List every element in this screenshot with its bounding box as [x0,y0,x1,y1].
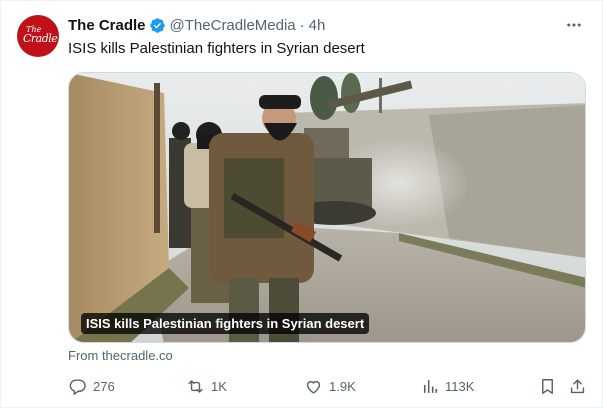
tweet-header: The Cradle @TheCradleMedia · 4h [68,17,325,34]
bookmark-button[interactable] [538,374,557,398]
tweet-timestamp[interactable]: 4h [309,17,326,34]
tweet-text: ISIS kills Palestinian fighters in Syria… [68,40,365,57]
author-name[interactable]: The Cradle [68,17,146,34]
tweet-card[interactable]: The Cradle The Cradle @TheCradleMedia · … [0,0,603,408]
reply-icon [69,378,86,395]
analytics-icon [423,379,438,393]
like-count: 1.9K [329,378,356,394]
ellipsis-icon [567,23,581,27]
repost-count: 1K [211,378,227,394]
article-image [69,73,585,342]
reply-button[interactable]: 276 [68,374,115,398]
avatar[interactable]: The Cradle [17,15,59,57]
repost-button[interactable]: 1K [186,374,227,398]
heart-icon [306,380,321,394]
views-button[interactable]: 113K [420,374,474,398]
reply-count: 276 [93,378,115,394]
author-handle[interactable]: @TheCradleMedia [170,17,296,34]
avatar-logo-main: Cradle [23,32,58,45]
card-source-link[interactable]: From thecradle.co [68,348,173,363]
more-options-icon[interactable] [564,15,584,35]
link-card[interactable]: ISIS kills Palestinian fighters in Syria… [68,72,586,343]
bookmark-icon [542,378,553,394]
repost-icon [188,379,203,393]
verified-badge-icon [149,18,165,33]
card-caption: ISIS kills Palestinian fighters in Syria… [81,313,370,334]
view-count: 113K [445,378,475,394]
action-bar: 276 1K 1.9K 113K [68,374,588,398]
header-separator: · [299,17,305,34]
like-button[interactable]: 1.9K [304,374,356,398]
share-button[interactable] [568,374,587,398]
share-icon [570,378,585,393]
